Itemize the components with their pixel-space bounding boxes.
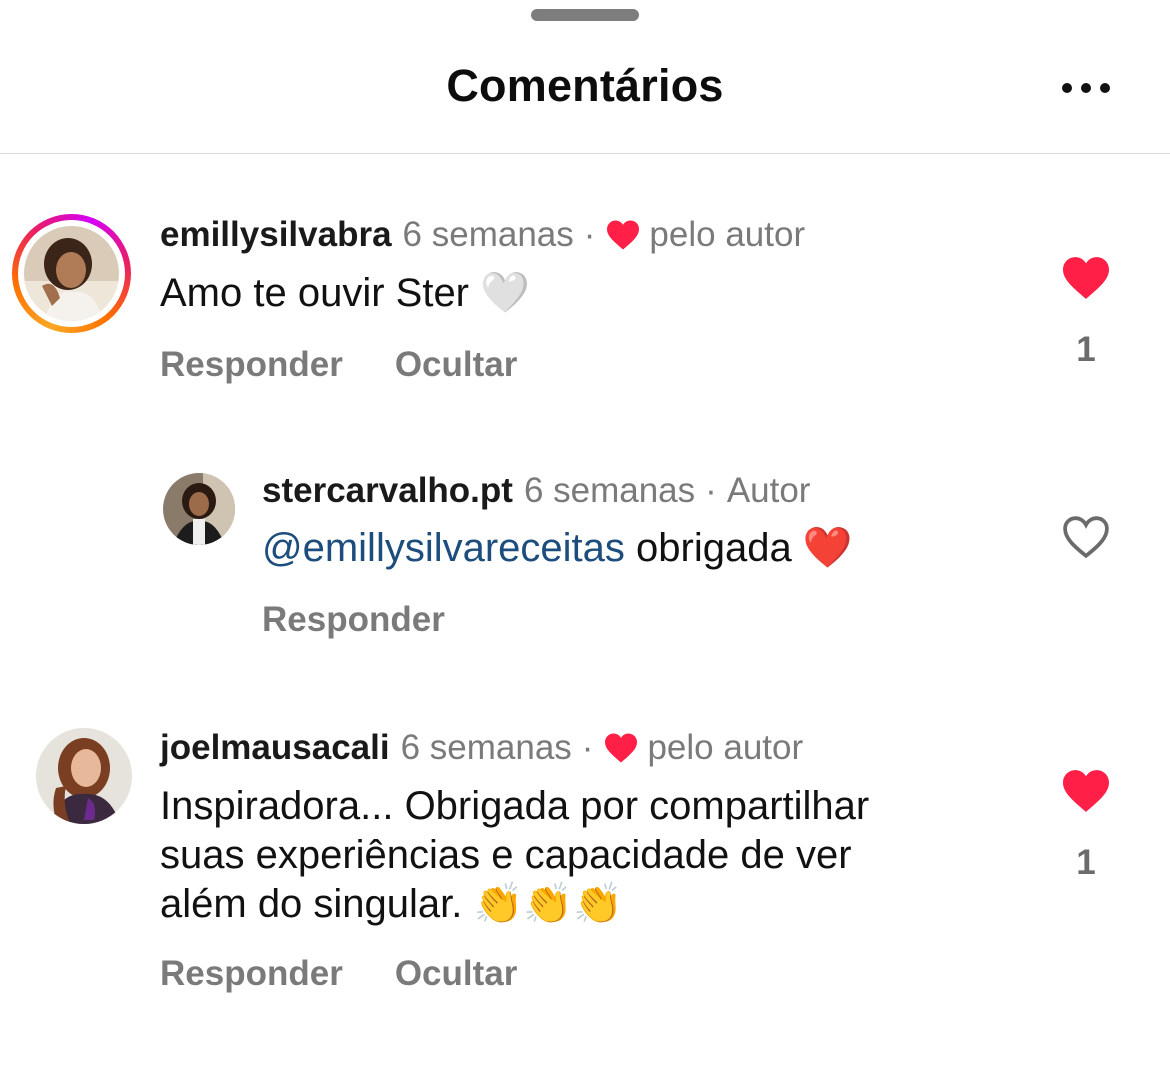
avatar [24,226,119,321]
comment-body: Amo te ouvir Ster [160,271,470,315]
comment-time: 6 semanas [402,215,574,254]
page-title: Comentários [446,60,724,111]
author-badge: Autor [726,471,811,510]
comment-text: @emillysilvareceitas obrigada ❤️ [262,524,853,573]
comment-time: 6 semanas [400,728,572,767]
emoji: 👏👏👏 [473,881,623,927]
avatar[interactable] [36,728,132,824]
heart-filled-icon [605,733,638,763]
hide-button[interactable]: Ocultar [395,345,518,385]
sheet-drag-handle[interactable] [531,9,639,21]
badge-label: pelo autor [647,728,804,767]
like-count: 1 [1076,330,1096,369]
comment-time: 6 semanas [523,471,696,510]
heart-filled-icon [607,220,640,250]
badge-label: pelo autor [649,215,806,254]
meta-separator: · [581,728,594,767]
comment-username[interactable]: emillysilvabra [160,215,392,255]
liked-by-author-badge: pelo autor [603,728,803,768]
more-options-icon[interactable] [1054,70,1118,106]
comments-header: Comentários [0,30,1170,154]
hide-button[interactable]: Ocultar [395,954,518,994]
emoji: 🤍 [480,270,530,316]
reply-button[interactable]: Responder [160,954,343,994]
heart-filled-icon[interactable] [1060,768,1112,814]
comment-line-last: além do singular. 👏👏👏 [160,880,869,929]
heart-outline-icon[interactable] [1060,514,1112,560]
reply-button[interactable]: Responder [160,345,343,385]
like-count: 1 [1076,843,1096,882]
heart-filled-icon[interactable] [1060,255,1112,301]
meta-separator: · [583,215,596,254]
emoji: ❤️ [802,525,853,571]
comment-line: suas experiências e capacidade de ver [160,833,852,877]
comments-sheet: Comentários emillysilvabra 6 semanas · p… [0,0,1170,1067]
comment-line: além do singular. [160,882,463,926]
mention-link[interactable]: @emillysilvareceitas [262,526,625,570]
comment-line: Inspiradora... Obrigada por compartilhar [160,784,870,828]
comment-text: Inspiradora... Obrigada por compartilhar… [160,782,869,929]
liked-by-author-badge: pelo autor [605,215,805,255]
reply-button[interactable]: Responder [262,600,445,640]
comment-text: Amo te ouvir Ster 🤍 [160,269,530,318]
meta-separator: · [705,471,717,510]
comment-username[interactable]: joelmausacali [160,728,390,768]
story-ring[interactable] [12,214,131,333]
avatar[interactable] [163,473,235,545]
comment-body: obrigada [636,526,792,570]
comment-username[interactable]: stercarvalho.pt [262,471,513,511]
